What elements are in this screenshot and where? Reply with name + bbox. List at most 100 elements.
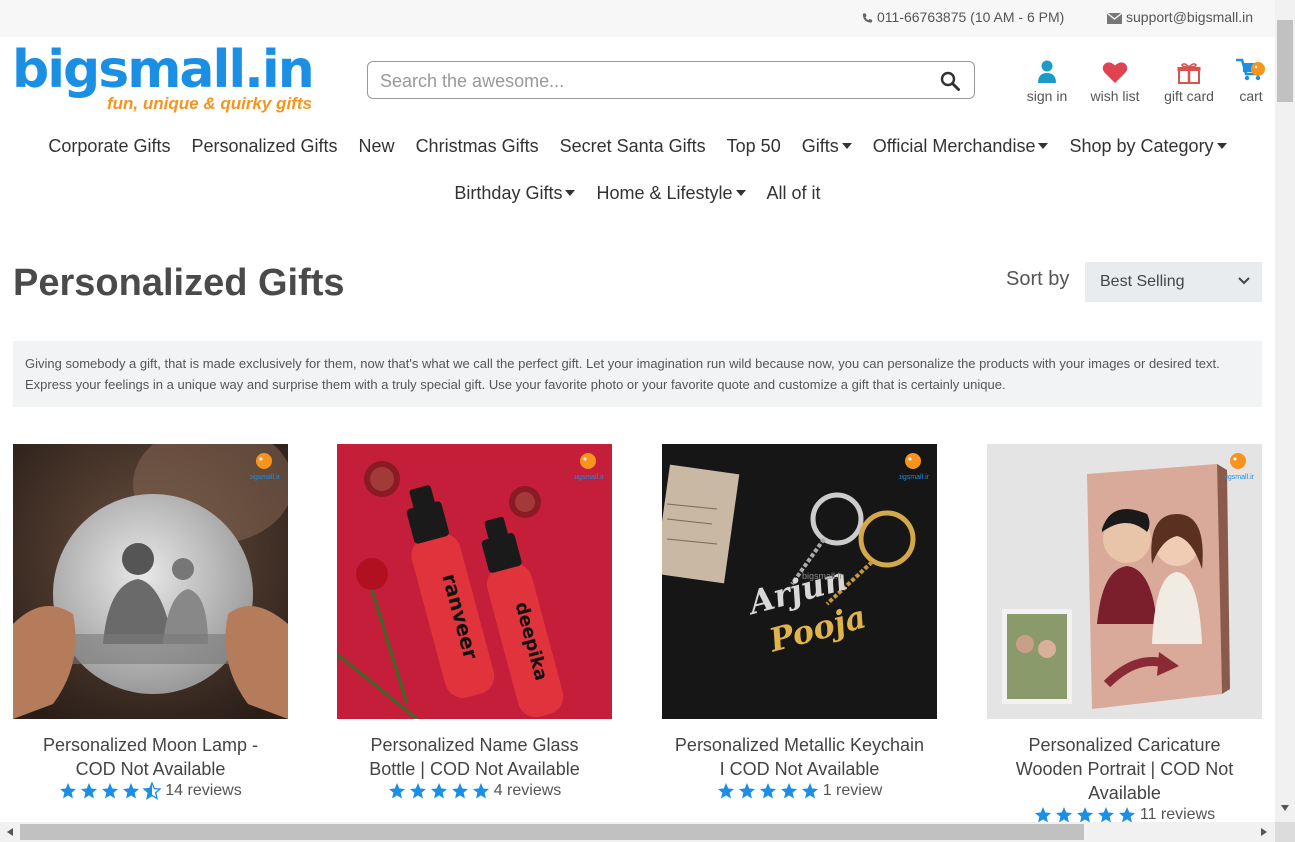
horizontal-scrollbar[interactable] (0, 822, 1275, 842)
nav-label: Home & Lifestyle (596, 183, 733, 203)
nav-home-lifestyle-dropdown[interactable]: Home & Lifestyle (596, 183, 746, 204)
product-card[interactable]: bigsmall.in Personalized Caricature Wood… (987, 444, 1262, 824)
brand-badge-icon: bigsmall.in (899, 453, 929, 481)
nav-label: Personalized Gifts (191, 136, 338, 156)
product-image-name-bottle[interactable]: ranveer deepika bigsmall.in (337, 444, 612, 719)
product-image-metallic-keychain[interactable]: Arjun Pooja bigsmall.in bigsmall.in (662, 444, 937, 719)
search-input[interactable] (380, 69, 920, 93)
star-rating-icons (388, 783, 489, 799)
email-contact[interactable]: support@bigsmall.in (1106, 9, 1254, 25)
caret-down-icon (841, 143, 852, 149)
heart-icon (1102, 62, 1128, 83)
product-title[interactable]: Personalized Moon Lamp - COD Not Availab… (13, 733, 288, 781)
sort-label: Sort by (1006, 268, 1070, 290)
caret-down-icon (565, 190, 576, 196)
caret-down-icon (1038, 143, 1049, 149)
scrollbar-corner (1275, 822, 1295, 842)
gift-icon (1177, 63, 1201, 84)
scroll-down-arrow-icon[interactable] (1281, 805, 1289, 811)
brand-badge-icon: bigsmall.in (574, 453, 604, 481)
phone-contact[interactable]: 011-66763875 (10 AM - 6 PM) (862, 9, 1064, 25)
user-icon (1038, 60, 1056, 83)
vertical-scroll-thumb[interactable] (1277, 20, 1293, 102)
brand-badge-icon: bigsmall.in (1224, 453, 1254, 481)
cart-link[interactable]: cart (1232, 56, 1270, 104)
search-icon[interactable] (940, 71, 960, 91)
product-title[interactable]: Personalized Metallic Keychain I COD Not… (662, 733, 937, 781)
nav-label: Official Merchandise (872, 136, 1036, 156)
collection-description: Giving somebody a gift, that is made exc… (13, 341, 1262, 407)
search-box (367, 61, 975, 99)
top-bar: 011-66763875 (10 AM - 6 PM) support@bigs… (0, 0, 1275, 37)
brand-badge-icon: bigsmall.in (250, 453, 280, 481)
nav-personalized-gifts[interactable]: Personalized Gifts (191, 136, 337, 157)
product-card[interactable]: bigsmall.in Personalized Moon Lamp - COD… (13, 444, 288, 800)
nav-gifts-dropdown[interactable]: Gifts (802, 136, 852, 157)
sign-in-link[interactable]: sign in (1024, 56, 1070, 104)
nav-label: Birthday Gifts (454, 183, 563, 203)
cart-label: cart (1239, 88, 1263, 104)
nav-shop-by-category-dropdown[interactable]: Shop by Category (1069, 136, 1227, 157)
badge-text: bigsmall.in (574, 474, 604, 481)
mail-icon (1106, 12, 1123, 24)
nav-all-of-it[interactable]: All of it (767, 183, 821, 204)
product-rating: 1 review (662, 782, 937, 800)
main-nav-row-2: Birthday Gifts Home & Lifestyle All of i… (0, 183, 1275, 204)
scroll-right-arrow-icon[interactable] (1261, 828, 1267, 836)
nav-christmas-gifts[interactable]: Christmas Gifts (416, 136, 539, 157)
cart-icon (1236, 58, 1265, 81)
nav-label: Top 50 (726, 136, 781, 156)
product-image-moon-lamp[interactable]: bigsmall.in (13, 444, 288, 719)
nav-birthday-gifts-dropdown[interactable]: Birthday Gifts (454, 183, 576, 204)
logo-wordmark: bigsmall.in (12, 40, 315, 100)
review-count[interactable]: 14 reviews (165, 782, 241, 800)
nav-official-merchandise-dropdown[interactable]: Official Merchandise (873, 136, 1049, 157)
product-title[interactable]: Personalized Caricature Wooden Portrait … (987, 733, 1262, 805)
badge-text: bigsmall.in (1224, 474, 1254, 481)
sort-value: Best Selling (1100, 273, 1185, 290)
horizontal-scroll-thumb[interactable] (20, 824, 1084, 840)
nav-top-50[interactable]: Top 50 (727, 136, 781, 157)
phone-text: 011-66763875 (10 AM - 6 PM) (877, 9, 1065, 25)
vertical-scrollbar[interactable] (1275, 0, 1295, 822)
nav-label: All of it (766, 183, 821, 203)
product-card[interactable]: Arjun Pooja bigsmall.in bigsmall.in Pers… (662, 444, 937, 800)
product-title[interactable]: Personalized Name Glass Bottle | COD Not… (337, 733, 612, 781)
review-count[interactable]: 1 review (823, 782, 883, 800)
nav-label: Secret Santa Gifts (559, 136, 706, 156)
product-card[interactable]: ranveer deepika bigsmall.in Personalized… (337, 444, 612, 800)
logo-tagline: fun, unique & quirky gifts (107, 94, 312, 113)
main-nav-row-1: Corporate Gifts Personalized Gifts New C… (0, 136, 1275, 157)
nav-label: Christmas Gifts (415, 136, 539, 156)
badge-text: bigsmall.in (250, 474, 280, 481)
review-count[interactable]: 4 reviews (494, 782, 562, 800)
site-logo[interactable]: bigsmall.in fun, unique & quirky gifts (12, 40, 315, 120)
nav-corporate-gifts[interactable]: Corporate Gifts (48, 136, 170, 157)
star-rating-icons (60, 782, 162, 800)
gift-card-label: gift card (1164, 88, 1214, 104)
email-text: support@bigsmall.in (1126, 9, 1254, 25)
image-watermark: bigsmall.in (802, 571, 845, 581)
wish-list-link[interactable]: wish list (1087, 56, 1143, 104)
scroll-left-arrow-icon[interactable] (7, 828, 13, 836)
phone-icon (862, 13, 873, 23)
gift-card-link[interactable]: gift card (1160, 56, 1218, 104)
badge-text: bigsmall.in (899, 474, 929, 481)
nav-label: Shop by Category (1069, 136, 1214, 156)
product-image-caricature-portrait[interactable]: bigsmall.in (987, 444, 1262, 719)
nav-label: New (358, 136, 395, 156)
product-rating: 14 reviews (13, 782, 288, 800)
product-rating: 4 reviews (337, 782, 612, 800)
page-title: Personalized Gifts (13, 262, 345, 304)
wish-list-label: wish list (1090, 88, 1140, 104)
sort-select[interactable]: Best Selling (1085, 262, 1262, 302)
nav-label: Corporate Gifts (48, 136, 171, 156)
caret-down-icon (735, 190, 746, 196)
caret-down-icon (1216, 143, 1227, 149)
star-rating-icons (717, 783, 818, 799)
nav-new[interactable]: New (359, 136, 395, 157)
nav-label: Gifts (801, 136, 839, 156)
sign-in-label: sign in (1026, 88, 1068, 104)
nav-secret-santa-gifts[interactable]: Secret Santa Gifts (560, 136, 706, 157)
chevron-down-icon (1238, 277, 1250, 285)
